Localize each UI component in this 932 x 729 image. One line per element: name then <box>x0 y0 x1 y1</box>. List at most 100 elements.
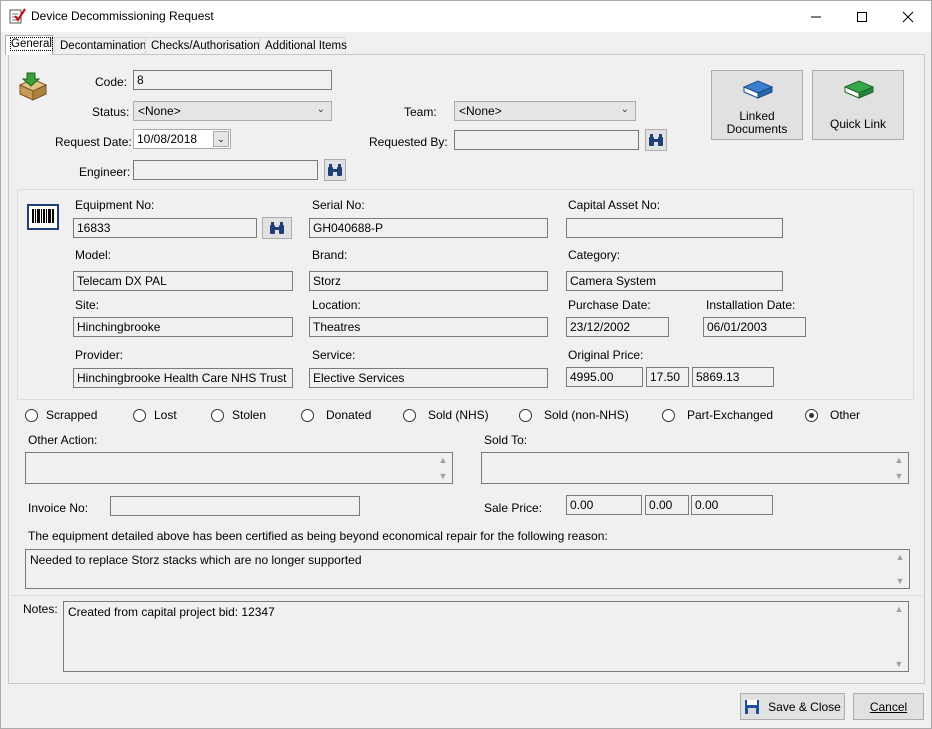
radio-label: Part-Exchanged <box>687 408 774 422</box>
brand-field[interactable]: Storz <box>309 271 548 291</box>
calendar-dropdown-icon[interactable]: ⌄ <box>213 131 229 147</box>
purchase-date-field[interactable]: 23/12/2002 <box>566 317 669 337</box>
service-field[interactable]: Elective Services <box>309 368 548 388</box>
status-select[interactable]: <None> ⌄ <box>133 101 332 121</box>
minimize-button[interactable] <box>793 1 839 32</box>
dialog-window: Device Decommissioning Request General D… <box>0 0 932 729</box>
request-date-picker[interactable]: 10/08/2018 ⌄ <box>133 129 231 149</box>
requested-by-lookup-button[interactable] <box>645 129 667 151</box>
radio-label: Other <box>830 408 861 422</box>
code-field[interactable]: 8 <box>133 70 332 90</box>
radio-label: Scrapped <box>46 408 98 422</box>
radio-sold-nhs[interactable]: Sold (NHS) <box>403 408 489 422</box>
original-price-gross-field[interactable]: 5869.13 <box>692 367 774 387</box>
radio-dot <box>662 408 675 422</box>
sold-to-textarea[interactable]: ▲ ▼ <box>481 452 909 484</box>
invoice-no-label: Invoice No: <box>28 501 89 515</box>
chevron-down-icon: ⌄ <box>620 104 629 115</box>
radio-dot <box>133 408 146 422</box>
chevron-down-icon: ⌄ <box>316 104 325 115</box>
team-label: Team: <box>404 105 437 119</box>
other-action-textarea[interactable]: ▲ ▼ <box>25 452 453 484</box>
equipment-no-field[interactable]: 16833 <box>73 218 257 238</box>
serial-no-field[interactable]: GH040688-P <box>309 218 548 238</box>
barcode-icon <box>27 204 59 233</box>
radio-donated[interactable]: Donated <box>301 408 371 422</box>
tab-additional-items[interactable]: Additional Items <box>259 37 347 55</box>
radio-other[interactable]: Other <box>805 408 860 422</box>
reason-textarea[interactable]: Needed to replace Storz stacks which are… <box>25 549 910 589</box>
scrollbar[interactable]: ▲ ▼ <box>436 455 450 481</box>
status-value: <None> <box>138 104 181 118</box>
installation-date-field[interactable]: 06/01/2003 <box>703 317 806 337</box>
team-select[interactable]: <None> ⌄ <box>454 101 636 121</box>
installation-date-label: Installation Date: <box>706 298 796 312</box>
engineer-lookup-button[interactable] <box>324 159 346 181</box>
scrollbar[interactable]: ▲ ▼ <box>892 455 906 481</box>
scroll-down-icon[interactable]: ▼ <box>436 471 450 481</box>
scroll-up-icon[interactable]: ▲ <box>436 455 450 465</box>
original-price-vat-field[interactable]: 17.50 <box>646 367 689 387</box>
save-close-label: Save & Close <box>768 699 841 714</box>
cancel-label: Cancel <box>869 699 908 714</box>
requested-by-label: Requested By: <box>369 135 448 149</box>
other-action-label: Other Action: <box>28 433 98 447</box>
sale-price-gross-field[interactable]: 0.00 <box>691 495 773 515</box>
scroll-down-icon[interactable]: ▼ <box>892 471 906 481</box>
tab-decontamination[interactable]: Decontamination <box>54 37 146 55</box>
scroll-down-icon[interactable]: ▼ <box>893 576 907 586</box>
provider-field[interactable]: Hinchingbrooke Health Care NHS Trust <box>73 368 293 388</box>
cancel-button[interactable]: Cancel <box>853 693 924 720</box>
location-field[interactable]: Theatres <box>309 317 548 337</box>
general-tab-panel: Code: 8 Status: <None> ⌄ Team: <None> ⌄ … <box>8 54 925 684</box>
linked-documents-text: Linked Documents <box>712 110 802 136</box>
radio-label: Sold (NHS) <box>428 408 489 422</box>
equipment-no-label: Equipment No: <box>75 198 155 212</box>
scrollbar[interactable]: ▲ ▼ <box>892 604 906 669</box>
radio-part-exchanged[interactable]: Part-Exchanged <box>662 408 773 422</box>
scroll-up-icon[interactable]: ▲ <box>892 604 906 614</box>
category-field[interactable]: Camera System <box>566 271 783 291</box>
save-close-button[interactable]: Save & Close <box>740 693 845 720</box>
tab-checks-authorisation[interactable]: Checks/Authorisation <box>145 37 260 55</box>
scrollbar[interactable]: ▲ ▼ <box>893 552 907 586</box>
sale-price-vat-field[interactable]: 0.00 <box>645 495 689 515</box>
maximize-button[interactable] <box>839 1 885 32</box>
radio-label: Lost <box>154 408 177 422</box>
request-date-value: 10/08/2018 <box>137 132 198 146</box>
scroll-up-icon[interactable]: ▲ <box>893 552 907 562</box>
divider <box>10 595 923 596</box>
team-value: <None> <box>459 104 502 118</box>
radio-lost[interactable]: Lost <box>133 408 177 422</box>
serial-no-label: Serial No: <box>312 198 365 212</box>
linked-documents-button[interactable]: Linked Documents <box>711 70 803 140</box>
notes-textarea[interactable]: Created from capital project bid: 12347 … <box>63 601 909 672</box>
sale-price-net-field[interactable]: 0.00 <box>566 495 642 515</box>
capital-asset-no-field[interactable] <box>566 218 783 238</box>
engineer-field[interactable] <box>133 160 318 180</box>
tab-general[interactable]: General <box>5 35 53 55</box>
book-green-icon <box>843 79 875 104</box>
radio-sold-non-nhs[interactable]: Sold (non-NHS) <box>519 408 629 422</box>
equipment-details-panel: Equipment No: 16833 Serial No: GH040688-… <box>17 189 914 400</box>
invoice-no-field[interactable] <box>110 496 360 516</box>
radio-stolen[interactable]: Stolen <box>211 408 266 422</box>
equipment-lookup-button[interactable] <box>262 217 292 239</box>
site-field[interactable]: Hinchingbrooke <box>73 317 293 337</box>
close-button[interactable] <box>885 1 931 32</box>
scroll-up-icon[interactable]: ▲ <box>892 455 906 465</box>
provider-label: Provider: <box>75 348 124 362</box>
location-label: Location: <box>312 298 361 312</box>
status-label: Status: <box>92 105 130 119</box>
radio-dot <box>519 408 532 422</box>
linked-documents-label-2: Documents <box>726 122 788 136</box>
model-field[interactable]: Telecam DX PAL <box>73 271 293 291</box>
requested-by-field[interactable] <box>454 130 639 150</box>
radio-scrapped[interactable]: Scrapped <box>25 408 97 422</box>
quick-link-button[interactable]: Quick Link <box>812 70 904 140</box>
original-price-label: Original Price: <box>568 348 644 362</box>
radio-label: Stolen <box>232 408 267 422</box>
scroll-down-icon[interactable]: ▼ <box>892 659 906 669</box>
purchase-date-label: Purchase Date: <box>568 298 651 312</box>
original-price-net-field[interactable]: 4995.00 <box>566 367 643 387</box>
